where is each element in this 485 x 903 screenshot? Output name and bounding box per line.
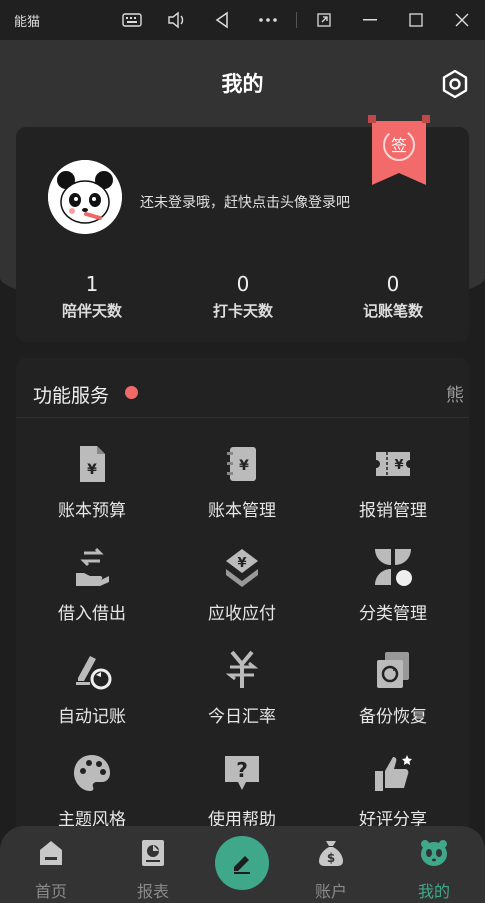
service-label: 借入借出	[58, 604, 126, 624]
stat-value: 1	[85, 272, 99, 296]
receivable-icon: ¥	[226, 549, 258, 587]
thumbs-up-icon	[375, 755, 412, 791]
category-icon	[375, 549, 412, 586]
service-label: 今日汇率	[208, 707, 276, 727]
panda-avatar-icon	[48, 160, 122, 234]
reimburse-icon: ¥	[376, 452, 410, 476]
auto-record-icon	[76, 656, 112, 690]
service-lend[interactable]: 借入借出	[17, 547, 167, 624]
service-category[interactable]: 分类管理	[318, 547, 468, 624]
stat-company-days: 1 陪伴天数	[17, 272, 167, 321]
tab-label: 首页	[34, 882, 67, 901]
sign-in-ribbon[interactable]: 签	[368, 115, 430, 187]
stat-label: 记账笔数	[362, 302, 423, 320]
tab-label: 报表	[136, 882, 169, 901]
service-help[interactable]: ? 使用帮助	[167, 753, 317, 830]
svg-text:$: $	[327, 851, 335, 865]
service-label: 应收应付	[208, 604, 276, 624]
pen-icon	[234, 856, 250, 874]
stat-record-count: 0 记账笔数	[318, 272, 468, 321]
divider	[16, 417, 469, 418]
service-label: 自动记账	[58, 707, 126, 727]
stat-value: 0	[386, 272, 400, 296]
volume-icon[interactable]	[165, 8, 189, 32]
home-icon	[40, 841, 62, 865]
svg-text:¥: ¥	[394, 458, 403, 473]
services-badge: 熊	[446, 385, 464, 406]
ledger-icon: ¥	[227, 447, 256, 481]
svg-text:¥: ¥	[87, 462, 97, 478]
back-icon[interactable]	[210, 8, 234, 32]
tab-home[interactable]: 首页	[11, 838, 91, 902]
close-icon[interactable]	[450, 8, 474, 32]
exchange-rate-icon	[225, 650, 259, 688]
sign-label: 签	[391, 136, 407, 155]
stat-checkin-days: 0 打卡天数	[168, 272, 318, 321]
service-label: 报销管理	[359, 501, 427, 521]
avatar[interactable]	[48, 160, 122, 234]
login-prompt[interactable]: 还未登录哦，赶快点击头像登录吧	[140, 192, 350, 212]
service-label: 账本管理	[208, 501, 276, 521]
stat-label: 打卡天数	[212, 302, 273, 320]
stat-value: 0	[236, 272, 250, 296]
services-title: 功能服务	[33, 385, 110, 407]
service-ledger[interactable]: ¥ 账本管理	[167, 444, 317, 521]
tab-label: 账户	[314, 882, 347, 901]
more-icon[interactable]	[256, 8, 280, 32]
theme-icon	[74, 755, 110, 791]
svg-text:¥: ¥	[237, 556, 246, 571]
page-title: 我的	[221, 72, 264, 96]
divider	[296, 12, 297, 28]
service-thumbs-up[interactable]: 好评分享	[318, 753, 468, 830]
tab-mine[interactable]: 我的	[394, 838, 474, 902]
tab-account[interactable]: $ 账户	[291, 838, 371, 902]
service-label: 分类管理	[359, 604, 427, 624]
notification-dot	[125, 386, 138, 399]
report-icon	[142, 840, 164, 866]
tab-label: 我的	[417, 882, 450, 901]
minimize-icon[interactable]	[358, 8, 382, 32]
money-bag-icon: $	[319, 841, 343, 866]
restore-icon[interactable]	[312, 8, 336, 32]
service-theme[interactable]: 主题风格	[17, 753, 167, 830]
stat-label: 陪伴天数	[61, 302, 122, 320]
keyboard-icon[interactable]	[120, 8, 144, 32]
maximize-icon[interactable]	[404, 8, 428, 32]
lend-icon	[76, 547, 109, 586]
panda-icon	[421, 840, 447, 866]
service-backup[interactable]: 备份恢复	[318, 650, 468, 727]
app-name: 能猫	[14, 15, 41, 30]
service-label: 备份恢复	[359, 707, 427, 727]
service-auto-record[interactable]: 自动记账	[17, 650, 167, 727]
service-budget[interactable]: ¥ 账本预算	[17, 444, 167, 521]
title-bar: 能猫	[0, 0, 485, 40]
service-label: 账本预算	[58, 501, 126, 521]
settings-gear-icon[interactable]	[440, 69, 470, 99]
svg-text:?: ?	[236, 758, 248, 782]
tab-report[interactable]: 报表	[113, 838, 193, 902]
help-icon: ?	[225, 756, 259, 790]
service-exchange-rate[interactable]: 今日汇率	[167, 650, 317, 727]
backup-icon	[377, 652, 409, 688]
budget-icon: ¥	[80, 446, 105, 482]
service-reimburse[interactable]: ¥ 报销管理	[318, 444, 468, 521]
svg-text:¥: ¥	[239, 458, 249, 474]
add-record-button[interactable]	[215, 836, 269, 890]
service-receivable[interactable]: ¥ 应收应付	[167, 547, 317, 624]
